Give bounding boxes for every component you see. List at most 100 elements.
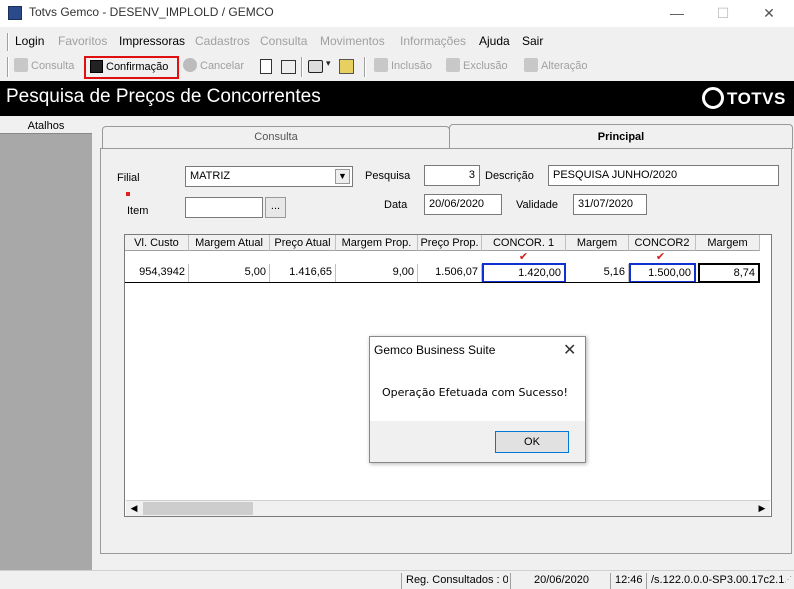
col-header-concor-1[interactable]: CONCOR. 1 <box>482 235 566 251</box>
cell-concor-2[interactable]: 1.500,00 <box>629 263 696 283</box>
col-header-vl-custo[interactable]: Vl. Custo <box>125 235 189 251</box>
search-icon <box>14 58 28 72</box>
cell-margem-prop[interactable]: 9,00 <box>336 264 418 282</box>
required-marker <box>126 192 130 196</box>
menu-movimentos[interactable]: Movimentos <box>320 34 385 48</box>
sidebar-header[interactable]: Atalhos <box>0 118 92 134</box>
consulta-label: Consulta <box>31 60 75 72</box>
inclusao-label: Inclusão <box>391 60 432 72</box>
col-header-preco-atual[interactable]: Preço Atual <box>270 235 336 251</box>
filial-select[interactable]: MATRIZ ▼ <box>185 166 353 187</box>
ok-button[interactable]: OK <box>495 431 569 453</box>
add-record-icon <box>374 58 388 72</box>
alteracao-label: Alteração <box>541 60 588 72</box>
close-button[interactable]: ✕ <box>746 0 792 27</box>
cell-margem-2[interactable]: 8,74 <box>698 263 760 283</box>
menu-favoritos[interactable]: Favoritos <box>58 34 107 48</box>
success-dialog: Gemco Business Suite ✕ Operação Efetuada… <box>369 336 586 463</box>
status-reg-consultados: Reg. Consultados : 0 <box>401 573 508 589</box>
alteracao-button[interactable]: Alteração <box>524 57 587 77</box>
scrollbar-thumb[interactable] <box>143 502 253 515</box>
menu-impressoras[interactable]: Impressoras <box>119 34 185 48</box>
descricao-label: Descrição <box>485 170 534 182</box>
col-header-margem-atual[interactable]: Margem Atual <box>189 235 270 251</box>
logo-text: TOTVS <box>727 89 786 108</box>
save-icon <box>90 60 103 73</box>
menu-grip <box>7 33 9 51</box>
cell-preco-atual[interactable]: 1.416,65 <box>270 264 336 282</box>
page-banner: Pesquisa de Preços de Concorrentes TOTVS <box>0 81 794 116</box>
item-input[interactable] <box>185 197 263 218</box>
menu-consulta[interactable]: Consulta <box>260 34 307 48</box>
concor-2-check-icon[interactable]: ✔ <box>655 252 666 263</box>
new-document-icon[interactable] <box>260 59 272 74</box>
validade-input[interactable]: 31/07/2020 <box>573 194 647 215</box>
maximize-button[interactable]: ☐ <box>700 0 746 27</box>
menu-sair[interactable]: Sair <box>522 34 543 48</box>
cell-preco-prop[interactable]: 1.506,07 <box>418 264 482 282</box>
status-version: /s.122.0.0.0-SP3.00.17c2.1 <box>646 573 784 589</box>
menu-informacoes[interactable]: Informações <box>400 34 466 48</box>
menu-bar: Login Favoritos Impressoras Cadastros Co… <box>0 30 794 53</box>
cell-vl-custo[interactable]: 954,3942 <box>125 264 189 282</box>
window-title: Totvs Gemco - DESENV_IMPLOLD / GEMCO <box>29 5 274 19</box>
copy-document-icon[interactable] <box>281 60 296 74</box>
resize-grip-icon[interactable]: ⋰ <box>784 575 792 584</box>
cell-margem-atual[interactable]: 5,00 <box>189 264 270 282</box>
cell-margem-1[interactable]: 5,16 <box>566 264 629 282</box>
tab-principal[interactable]: Principal <box>449 124 793 149</box>
inclusao-button[interactable]: Inclusão <box>374 57 432 77</box>
printer-icon[interactable] <box>308 60 323 73</box>
item-label: Item <box>127 205 149 217</box>
dialog-close-icon[interactable]: ✕ <box>563 340 576 360</box>
concor-1-check-icon[interactable]: ✔ <box>518 252 529 263</box>
cell-concor-1[interactable]: 1.420,00 <box>482 263 566 283</box>
edit-record-icon <box>524 58 538 72</box>
search-document-icon[interactable] <box>339 59 354 74</box>
menu-ajuda[interactable]: Ajuda <box>479 34 510 48</box>
toolbar-grip <box>7 57 9 77</box>
col-header-concor-2[interactable]: CONCOR2 <box>629 235 696 251</box>
totvs-logo: TOTVS <box>702 87 786 109</box>
cancelar-button[interactable]: Cancelar <box>183 57 244 77</box>
menu-cadastros[interactable]: Cadastros <box>195 34 250 48</box>
confirmacao-label: Confirmação <box>106 61 169 73</box>
pesquisa-label: Pesquisa <box>365 170 411 182</box>
item-lookup-button[interactable]: ... <box>265 197 286 218</box>
consulta-button[interactable]: Consulta <box>14 57 74 77</box>
row-divider <box>125 282 760 283</box>
page-title: Pesquisa de Preços de Concorrentes <box>6 86 321 107</box>
delete-record-icon <box>446 58 460 72</box>
scroll-left-icon[interactable]: ◀ <box>126 501 142 516</box>
cancelar-label: Cancelar <box>200 60 245 72</box>
validade-label: Validade <box>516 199 558 211</box>
status-time: 12:46 <box>610 573 646 589</box>
scroll-right-icon[interactable]: ▶ <box>754 501 770 516</box>
tab-consulta[interactable]: Consulta <box>102 126 450 148</box>
data-input[interactable]: 20/06/2020 <box>424 194 502 215</box>
title-bar: Totvs Gemco - DESENV_IMPLOLD / GEMCO — ☐… <box>0 0 794 27</box>
filial-label: Filial <box>117 172 140 184</box>
menu-login[interactable]: Login <box>15 34 44 48</box>
app-icon <box>8 6 22 20</box>
col-header-margem-2[interactable]: Margem <box>696 235 760 251</box>
dialog-footer: OK <box>370 421 585 462</box>
printer-dropdown-icon[interactable]: ▾ <box>326 58 331 69</box>
col-header-margem-prop[interactable]: Margem Prop. <box>336 235 418 251</box>
confirmacao-button[interactable]: Confirmação <box>84 56 179 79</box>
col-header-preco-prop[interactable]: Preço Prop. <box>418 235 482 251</box>
status-date: 20/06/2020 <box>510 573 608 589</box>
filial-value: MATRIZ <box>190 170 231 182</box>
col-header-margem-1[interactable]: Margem <box>566 235 629 251</box>
cancel-icon <box>183 58 197 72</box>
data-label: Data <box>384 199 408 211</box>
minimize-button[interactable]: — <box>654 0 700 27</box>
status-bar: Reg. Consultados : 0 20/06/2020 12:46 /s… <box>0 570 794 589</box>
exclusao-button[interactable]: Exclusão <box>446 57 508 77</box>
horizontal-scrollbar[interactable]: ◀ ▶ <box>126 500 770 516</box>
dialog-title: Gemco Business Suite <box>374 343 496 357</box>
descricao-input[interactable]: PESQUISA JUNHO/2020 <box>548 165 779 186</box>
dialog-message: Operação Efetuada com Sucesso! <box>382 386 568 399</box>
chevron-down-icon[interactable]: ▼ <box>335 169 350 184</box>
pesquisa-input[interactable]: 3 <box>424 165 480 186</box>
